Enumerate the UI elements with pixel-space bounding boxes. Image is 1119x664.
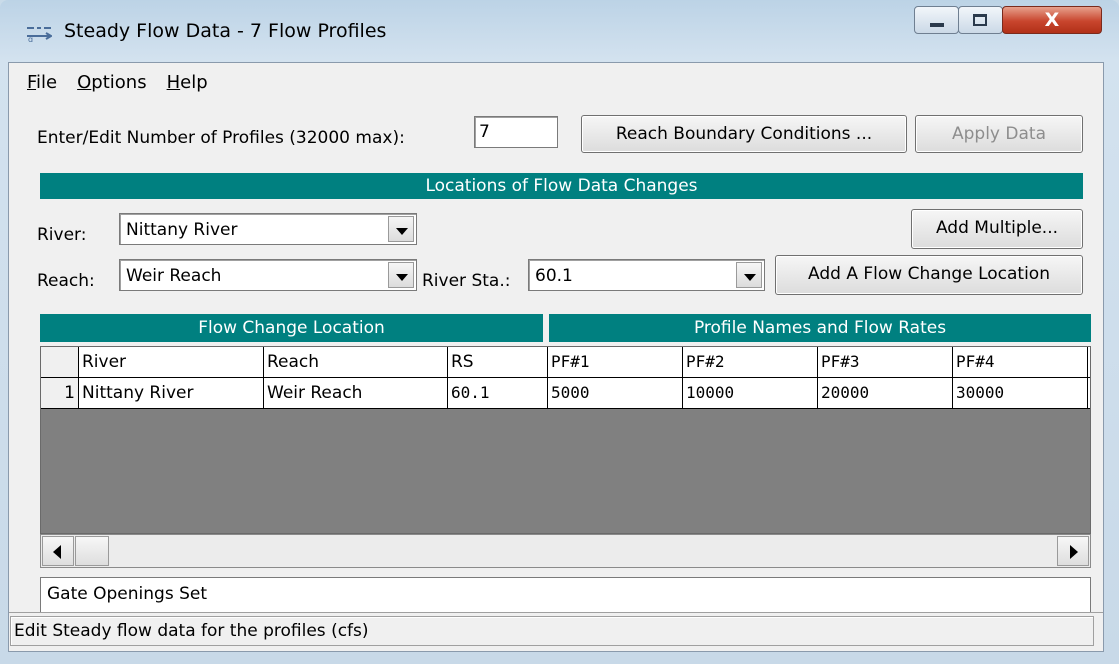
menu-options-accel: O (77, 72, 92, 93)
chevron-down-icon (396, 274, 408, 281)
locations-header: Locations of Flow Data Changes (40, 173, 1083, 199)
river-label: River: (37, 225, 87, 245)
cell-river[interactable]: Nittany River (79, 378, 264, 409)
status-bar: Edit Steady flow data for the profiles (… (9, 612, 1103, 650)
column-header-overflow (1088, 347, 1090, 378)
add-flow-change-location-button[interactable]: Add A Flow Change Location (775, 255, 1083, 295)
chevron-down-icon (396, 228, 408, 235)
status-text: Edit Steady flow data for the profiles (… (10, 616, 1094, 646)
close-button[interactable]: X (1002, 6, 1102, 34)
client-area: File Options Help Enter/Edit Number of P… (8, 62, 1104, 652)
river-dropdown-button[interactable] (388, 216, 414, 242)
minimize-icon (930, 23, 944, 27)
flow-app-icon: q (27, 27, 52, 42)
reach-select-value: Weir Reach (126, 266, 222, 286)
close-icon: X (1044, 9, 1060, 31)
cell-pf1[interactable]: 5000 (548, 378, 683, 409)
reach-boundary-conditions-button[interactable]: Reach Boundary Conditions ... (581, 115, 907, 153)
menu-help-accel: H (166, 72, 181, 93)
cell-overflow (1088, 378, 1090, 409)
column-header-pf1[interactable]: PF#1 (548, 347, 683, 378)
window-title: Steady Flow Data - 7 Flow Profiles (64, 20, 387, 42)
reach-select[interactable]: Weir Reach (119, 259, 417, 291)
menu-options-label: ptions (91, 72, 147, 93)
menu-options[interactable]: Options (67, 71, 156, 95)
menu-help-label: elp (180, 72, 208, 93)
river-select-value: Nittany River (126, 220, 238, 240)
chevron-down-icon (744, 274, 756, 281)
reach-label: Reach: (37, 271, 95, 291)
river-select[interactable]: Nittany River (119, 213, 417, 245)
menu-file-label: ile (36, 72, 58, 93)
arrow-right-icon (1070, 545, 1078, 559)
horizontal-scrollbar[interactable] (40, 534, 1091, 568)
profile-names-header: Profile Names and Flow Rates (549, 314, 1091, 342)
row-number: 1 (41, 378, 79, 409)
steady-flow-window: q Steady Flow Data - 7 Flow Profiles X F… (0, 0, 1119, 664)
cell-pf4[interactable]: 30000 (953, 378, 1088, 409)
river-station-value: 60.1 (535, 266, 573, 286)
column-header-pf4[interactable]: PF#4 (953, 347, 1088, 378)
river-station-select[interactable]: 60.1 (528, 259, 765, 291)
svg-text:q: q (28, 35, 33, 42)
column-header-river[interactable]: River (79, 347, 264, 378)
river-station-label: River Sta.: (422, 271, 511, 291)
flow-data-table[interactable]: River Reach RS PF#1 PF#2 PF#3 PF#4 1 Nit… (40, 346, 1091, 534)
menu-file-accel: F (27, 72, 37, 93)
menu-file[interactable]: File (17, 71, 67, 95)
scroll-left-button[interactable] (42, 536, 74, 566)
cell-rs[interactable]: 60.1 (448, 378, 548, 409)
maximize-button[interactable] (958, 6, 1003, 34)
column-header-reach[interactable]: Reach (264, 347, 448, 378)
add-multiple-button[interactable]: Add Multiple... (911, 209, 1083, 249)
table-row: 1 Nittany River Weir Reach 60.1 5000 100… (41, 378, 1090, 409)
profiles-label: Enter/Edit Number of Profiles (32000 max… (37, 128, 405, 148)
column-header-rs[interactable]: RS (448, 347, 548, 378)
cell-pf2[interactable]: 10000 (683, 378, 818, 409)
menu-help[interactable]: Help (157, 71, 218, 95)
row-number-header (41, 347, 79, 378)
scrollbar-thumb[interactable] (75, 536, 109, 566)
table-header-row: River Reach RS PF#1 PF#2 PF#3 PF#4 (41, 347, 1090, 378)
cell-pf3[interactable]: 20000 (818, 378, 953, 409)
column-header-pf2[interactable]: PF#2 (683, 347, 818, 378)
minimize-button[interactable] (914, 6, 959, 34)
reach-dropdown-button[interactable] (388, 262, 414, 288)
apply-data-button[interactable]: Apply Data (915, 115, 1083, 153)
flow-change-location-header: Flow Change Location (40, 314, 543, 342)
title-bar[interactable]: q Steady Flow Data - 7 Flow Profiles X (0, 0, 1119, 62)
scroll-right-button[interactable] (1057, 536, 1089, 566)
column-header-pf3[interactable]: PF#3 (818, 347, 953, 378)
arrow-left-icon (53, 545, 61, 559)
maximize-icon (973, 14, 987, 26)
menu-bar: File Options Help (17, 71, 218, 95)
river-station-dropdown-button[interactable] (736, 262, 762, 288)
cell-reach[interactable]: Weir Reach (264, 378, 448, 409)
profiles-count-input[interactable]: 7 (474, 116, 558, 148)
